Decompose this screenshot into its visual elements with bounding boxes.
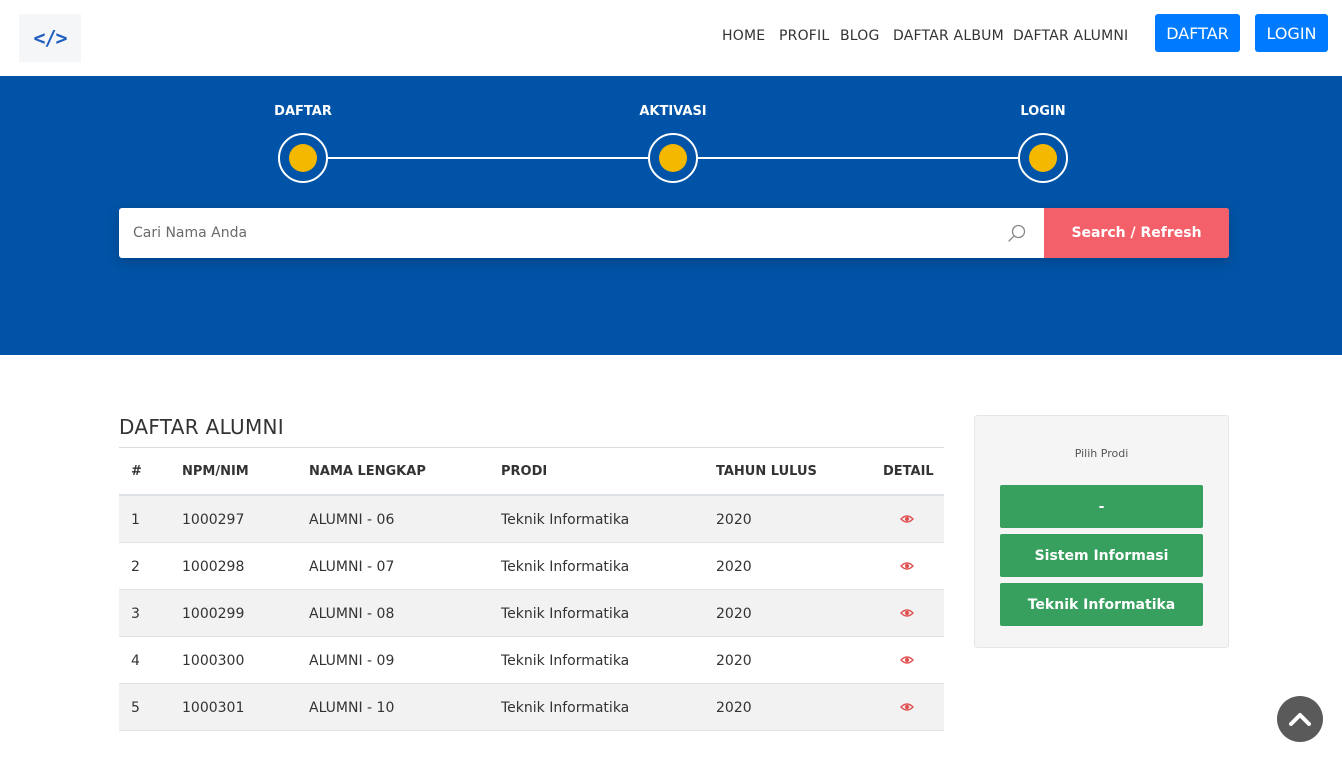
cell-number: 5 xyxy=(131,700,140,716)
prodi-filter-panel: Pilih Prodi - Sistem Informasi Teknik In… xyxy=(974,415,1229,648)
search-input[interactable] xyxy=(119,208,1044,258)
cell-nama: ALUMNI - 09 xyxy=(309,653,395,669)
column-header-detail: DETAIL xyxy=(883,464,934,479)
cell-number: 3 xyxy=(131,606,140,622)
step-connector xyxy=(328,157,648,159)
scroll-to-top-button[interactable] xyxy=(1277,696,1323,742)
step-dot xyxy=(659,144,687,172)
search-refresh-button[interactable]: Search / Refresh xyxy=(1044,208,1229,258)
cell-npm: 1000299 xyxy=(182,606,245,622)
table-row: 3 1000299 ALUMNI - 08 Teknik Informatika 202… xyxy=(119,590,944,637)
site-header: </> HOME PROFIL BLOG DAFTAR ALBUM DAFTAR… xyxy=(0,0,1342,76)
eye-icon[interactable] xyxy=(900,655,914,665)
table-body: 1 1000297 ALUMNI - 06 Teknik Informatika 202… xyxy=(119,496,944,731)
nav-daftar-alumni[interactable]: DAFTAR ALUMNI xyxy=(1013,28,1128,44)
step-circle-daftar xyxy=(278,133,328,183)
eye-icon[interactable] xyxy=(900,702,914,712)
nav-profil[interactable]: PROFIL xyxy=(779,28,829,44)
column-header-number: # xyxy=(131,464,142,479)
table-header: # NPM/NIM NAMA LENGKAP PRODI TAHUN LULUS… xyxy=(119,448,944,496)
cell-prodi: Teknik Informatika xyxy=(501,559,630,575)
page-title: DAFTAR ALUMNI xyxy=(119,415,284,439)
cell-prodi: Teknik Informatika xyxy=(501,606,630,622)
search-icon xyxy=(1008,224,1026,242)
step-label-daftar: DAFTAR xyxy=(274,104,332,119)
cell-prodi: Teknik Informatika xyxy=(501,512,630,528)
cell-nama: ALUMNI - 10 xyxy=(309,700,395,716)
nav-home[interactable]: HOME xyxy=(722,28,765,44)
site-logo[interactable]: </> xyxy=(19,14,81,62)
eye-icon[interactable] xyxy=(900,608,914,618)
step-dot xyxy=(289,144,317,172)
cell-tahun: 2020 xyxy=(716,700,752,716)
prodi-filter-title: Pilih Prodi xyxy=(1074,447,1129,460)
cell-nama: ALUMNI - 06 xyxy=(309,512,395,528)
login-button[interactable]: LOGIN xyxy=(1255,14,1328,52)
cell-tahun: 2020 xyxy=(716,653,752,669)
daftar-button[interactable]: DAFTAR xyxy=(1155,14,1240,52)
cell-number: 4 xyxy=(131,653,140,669)
alumni-table: # NPM/NIM NAMA LENGKAP PRODI TAHUN LULUS… xyxy=(119,447,944,731)
cell-prodi: Teknik Informatika xyxy=(501,653,630,669)
eye-icon[interactable] xyxy=(900,561,914,571)
column-header-npm: NPM/NIM xyxy=(182,464,249,479)
nav-daftar-album[interactable]: DAFTAR ALBUM xyxy=(893,28,1004,44)
cell-tahun: 2020 xyxy=(716,512,752,528)
cell-npm: 1000301 xyxy=(182,700,245,716)
step-circle-aktivasi xyxy=(648,133,698,183)
step-dot xyxy=(1029,144,1057,172)
prodi-button-sistem-informasi[interactable]: Sistem Informasi xyxy=(1000,534,1203,577)
column-header-tahun: TAHUN LULUS xyxy=(716,464,817,479)
cell-prodi: Teknik Informatika xyxy=(501,700,630,716)
cell-tahun: 2020 xyxy=(716,559,752,575)
cell-npm: 1000297 xyxy=(182,512,245,528)
search-bar: Search / Refresh xyxy=(119,208,1229,258)
nav-blog[interactable]: BLOG xyxy=(840,28,880,44)
table-row: 1 1000297 ALUMNI - 06 Teknik Informatika 202… xyxy=(119,496,944,543)
cell-number: 2 xyxy=(131,559,140,575)
table-row: 2 1000298 ALUMNI - 07 Teknik Informatika 202… xyxy=(119,543,944,590)
step-label-aktivasi: AKTIVASI xyxy=(639,104,707,119)
step-circle-login xyxy=(1018,133,1068,183)
prodi-button-all[interactable]: - xyxy=(1000,485,1203,528)
prodi-button-teknik-informatika[interactable]: Teknik Informatika xyxy=(1000,583,1203,626)
hero-banner: DAFTAR AKTIVASI LOGIN Search / Refresh xyxy=(0,76,1342,355)
logo-text: </> xyxy=(33,26,67,50)
cell-npm: 1000300 xyxy=(182,653,245,669)
cell-tahun: 2020 xyxy=(716,606,752,622)
cell-npm: 1000298 xyxy=(182,559,245,575)
step-connector xyxy=(698,157,1018,159)
column-header-prodi: PRODI xyxy=(501,464,548,479)
table-row: 4 1000300 ALUMNI - 09 Teknik Informatika 202… xyxy=(119,637,944,684)
step-label-login: LOGIN xyxy=(1020,104,1066,119)
table-row: 5 1000301 ALUMNI - 10 Teknik Informatika 202… xyxy=(119,684,944,731)
cell-nama: ALUMNI - 08 xyxy=(309,606,395,622)
cell-nama: ALUMNI - 07 xyxy=(309,559,395,575)
eye-icon[interactable] xyxy=(900,514,914,524)
column-header-nama: NAMA LENGKAP xyxy=(309,464,426,479)
cell-number: 1 xyxy=(131,512,140,528)
chevron-up-icon xyxy=(1289,713,1311,726)
